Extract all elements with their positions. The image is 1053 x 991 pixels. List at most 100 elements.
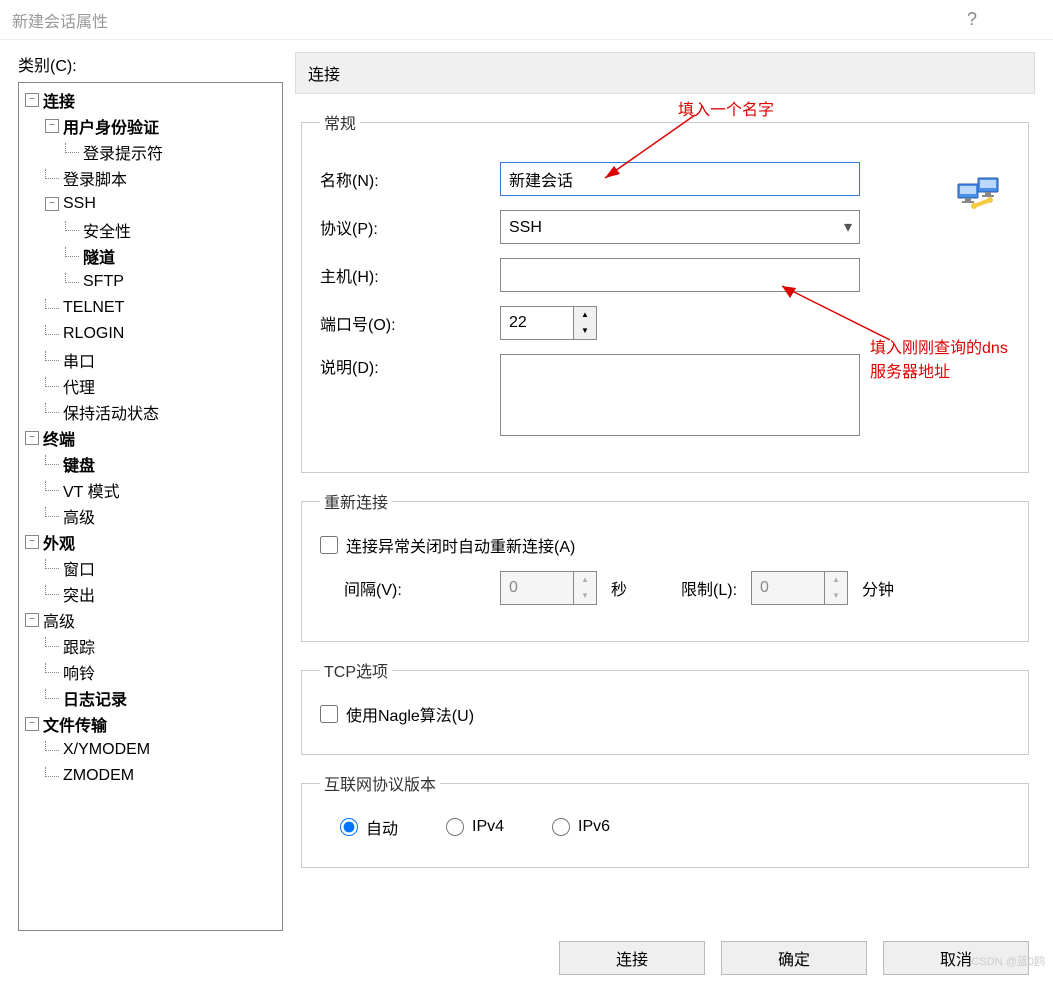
description-textarea[interactable]: [500, 354, 860, 436]
footer-buttons: 连接 确定 取消: [559, 941, 1029, 975]
tree-connector-icon: [45, 169, 59, 179]
tree-item-label: 响铃: [63, 660, 95, 684]
collapse-icon[interactable]: −: [25, 613, 39, 627]
tree-item[interactable]: −外观: [19, 529, 282, 555]
interval-down-button: ▼: [574, 588, 596, 604]
tree-connector-icon: [45, 663, 59, 673]
tree-item[interactable]: −SSH: [19, 191, 282, 217]
tree-connector-icon: [45, 637, 59, 647]
host-label: 主机(H):: [320, 263, 500, 287]
tree-item-label: X/YMODEM: [63, 741, 150, 759]
tree-item-label: 用户身份验证: [63, 114, 159, 138]
titlebar: 新建会话属性 ?: [0, 0, 1053, 40]
tree-item[interactable]: 安全性: [19, 217, 282, 243]
tree-item[interactable]: 响铃: [19, 659, 282, 685]
tree-item[interactable]: −高级: [19, 607, 282, 633]
tree-item[interactable]: 保持活动状态: [19, 399, 282, 425]
group-general: 常规 名称(N):: [301, 110, 1029, 473]
tree-connector-icon: [65, 221, 79, 231]
tree-item-label: 连接: [43, 88, 75, 112]
interval-spinner: ▲ ▼: [500, 571, 597, 605]
collapse-icon[interactable]: −: [25, 93, 39, 107]
tree-item[interactable]: RLOGIN: [19, 321, 282, 347]
tree-item[interactable]: 串口: [19, 347, 282, 373]
connect-button[interactable]: 连接: [559, 941, 705, 975]
tree-item[interactable]: X/YMODEM: [19, 737, 282, 763]
ok-button[interactable]: 确定: [721, 941, 867, 975]
collapse-icon[interactable]: −: [45, 197, 59, 211]
tree-item[interactable]: 跟踪: [19, 633, 282, 659]
tree-item-label: 窗口: [63, 556, 95, 580]
collapse-icon[interactable]: −: [45, 119, 59, 133]
tree-item-label: 登录脚本: [63, 166, 127, 190]
tree-item[interactable]: −连接: [19, 87, 282, 113]
tree-item-label: 串口: [63, 348, 95, 372]
limit-down-button: ▼: [825, 588, 847, 604]
nagle-label: 使用Nagle算法(U): [346, 702, 474, 726]
tree-item[interactable]: 窗口: [19, 555, 282, 581]
tree-item[interactable]: −用户身份验证: [19, 113, 282, 139]
radio-auto[interactable]: 自动: [340, 815, 398, 839]
tree-item[interactable]: 登录脚本: [19, 165, 282, 191]
auto-reconnect-checkbox[interactable]: [320, 536, 338, 554]
tree-item[interactable]: VT 模式: [19, 477, 282, 503]
help-icon: ?: [967, 9, 977, 30]
tree-item[interactable]: 突出: [19, 581, 282, 607]
radio-ipv6-input[interactable]: [552, 818, 570, 836]
close-button[interactable]: [995, 0, 1041, 40]
port-label: 端口号(O):: [320, 311, 500, 335]
tree-connector-icon: [65, 247, 79, 257]
panel-header: 连接: [295, 52, 1035, 94]
description-label: 说明(D):: [320, 354, 500, 378]
tree-item[interactable]: 代理: [19, 373, 282, 399]
collapse-icon[interactable]: −: [25, 717, 39, 731]
tree-connector-icon: [45, 481, 59, 491]
host-input[interactable]: [500, 258, 860, 292]
limit-up-button: ▲: [825, 572, 847, 588]
tree-connector-icon: [45, 325, 59, 335]
nagle-checkbox[interactable]: [320, 705, 338, 723]
collapse-icon[interactable]: −: [25, 535, 39, 549]
tree-item[interactable]: −文件传输: [19, 711, 282, 737]
tree-item[interactable]: 隧道: [19, 243, 282, 269]
tree-item-label: VT 模式: [63, 478, 120, 502]
watermark: CSDN @蓝0鸥: [971, 953, 1045, 969]
port-input[interactable]: [501, 307, 573, 339]
tree-item[interactable]: 键盘: [19, 451, 282, 477]
radio-ipv4[interactable]: IPv4: [446, 815, 504, 839]
category-tree[interactable]: −连接−用户身份验证登录提示符登录脚本−SSH安全性隧道SFTPTELNETRL…: [18, 82, 283, 931]
tree-item-label: 高级: [43, 608, 75, 632]
limit-input: [752, 572, 824, 604]
tree-item-label: 代理: [63, 374, 95, 398]
port-down-button[interactable]: ▼: [574, 323, 596, 339]
port-up-button[interactable]: ▲: [574, 307, 596, 323]
tree-connector-icon: [65, 273, 79, 283]
protocol-select[interactable]: SSH: [500, 210, 860, 244]
group-ipversion-legend: 互联网协议版本: [320, 771, 440, 795]
tree-item[interactable]: SFTP: [19, 269, 282, 295]
tree-item-label: 日志记录: [63, 686, 127, 710]
collapse-icon[interactable]: −: [25, 431, 39, 445]
tree-item-label: 终端: [43, 426, 75, 450]
tree-item-label: 隧道: [83, 244, 115, 268]
tree-item[interactable]: ZMODEM: [19, 763, 282, 789]
tree-item[interactable]: −终端: [19, 425, 282, 451]
tree-item[interactable]: 日志记录: [19, 685, 282, 711]
tree-item-label: 高级: [63, 504, 95, 528]
group-reconnect: 重新连接 连接异常关闭时自动重新连接(A) 间隔(V): ▲ ▼ 秒 限制(L)…: [301, 489, 1029, 642]
tree-connector-icon: [45, 351, 59, 361]
port-spinner[interactable]: ▲ ▼: [500, 306, 597, 340]
tree-item-label: RLOGIN: [63, 325, 124, 343]
tree-item-label: 安全性: [83, 218, 131, 242]
tree-item-label: TELNET: [63, 299, 124, 317]
tree-item[interactable]: 登录提示符: [19, 139, 282, 165]
radio-ipv6[interactable]: IPv6: [552, 815, 610, 839]
limit-label: 限制(L):: [681, 576, 751, 600]
help-button[interactable]: ?: [949, 0, 995, 40]
tree-item[interactable]: TELNET: [19, 295, 282, 321]
radio-auto-input[interactable]: [340, 818, 358, 836]
tree-item[interactable]: 高级: [19, 503, 282, 529]
name-input[interactable]: [500, 162, 860, 196]
name-label: 名称(N):: [320, 167, 500, 191]
radio-ipv4-input[interactable]: [446, 818, 464, 836]
